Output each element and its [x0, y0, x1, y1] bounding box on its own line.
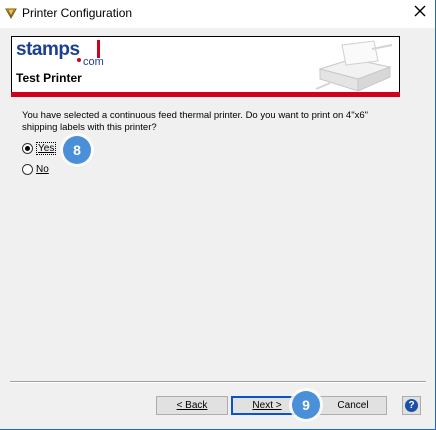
help-icon: ?	[405, 399, 418, 412]
radio-no[interactable]: No	[22, 164, 49, 175]
radio-no-label[interactable]: No	[36, 164, 49, 175]
stamps-logo-text: stamps	[16, 39, 80, 60]
window-title: Printer Configuration	[22, 6, 133, 20]
back-button-label: < Back	[176, 400, 208, 411]
close-icon	[414, 4, 426, 22]
back-button[interactable]: < Back	[156, 396, 228, 415]
cancel-button-label: Cancel	[337, 400, 369, 411]
close-button[interactable]	[408, 2, 432, 24]
printer-name: Test Printer	[16, 71, 82, 85]
printer-config-icon	[4, 6, 18, 20]
next-button-label: Next >	[252, 400, 282, 411]
radio-yes-label[interactable]: Yes	[36, 142, 57, 155]
help-button[interactable]: ?	[402, 396, 421, 415]
printer-icon	[312, 39, 398, 93]
radio-button-yes[interactable]	[22, 143, 33, 154]
question-text: You have selected a continuous feed ther…	[22, 110, 368, 133]
step-badge-next: 9	[292, 391, 320, 419]
radio-button-no[interactable]	[22, 164, 33, 175]
step-badge-yes: 8	[63, 136, 91, 164]
header-red-stripe	[11, 92, 400, 97]
radio-yes[interactable]: Yes	[22, 142, 57, 155]
title-bar: Printer Configuration	[0, 0, 435, 28]
header-banner: stamps com Test Printer	[11, 36, 400, 94]
footer-separator	[10, 381, 426, 383]
printer-configuration-dialog: Printer Configuration stamps com Test Pr…	[0, 0, 436, 430]
logo-dot	[77, 58, 81, 62]
stamps-logo-suffix: com	[83, 56, 104, 68]
cancel-button[interactable]: Cancel	[319, 396, 387, 415]
